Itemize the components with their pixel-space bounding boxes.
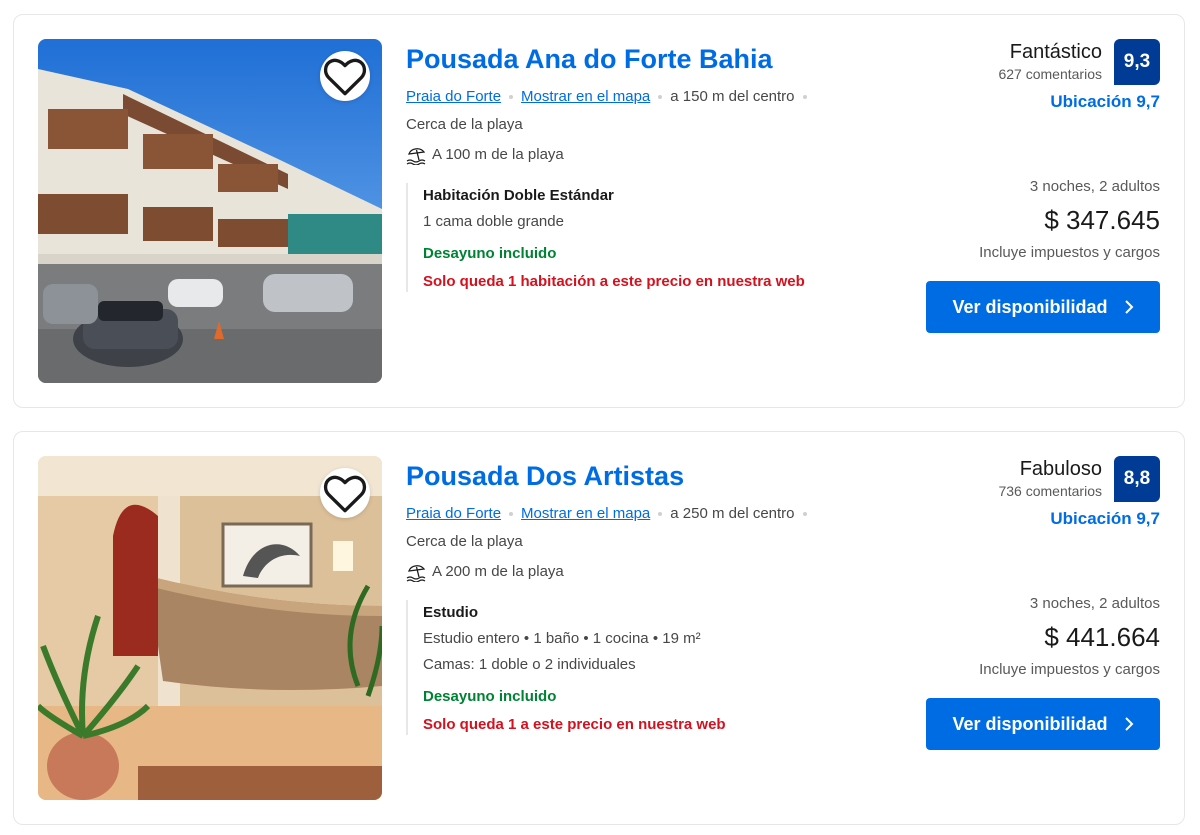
price: $ 441.664 [1044, 622, 1160, 652]
review-score-badge: 9,3 [1114, 39, 1160, 85]
beach-distance-text: A 200 m de la playa [432, 563, 564, 580]
property-info: Pousada Ana do Forte Bahia Praia do Fort… [406, 41, 906, 292]
beach-distance: A 200 m de la playa [406, 562, 906, 582]
price-column: Fabuloso 736 comentarios 8,8 Ubicación 9… [900, 456, 1160, 750]
beach-umbrella-icon [406, 565, 426, 582]
separator-dot [802, 95, 807, 99]
area-link[interactable]: Praia do Forte [406, 504, 501, 524]
separator-dot [802, 512, 807, 516]
separator-dot [658, 95, 663, 99]
review-count: 627 comentarios [998, 66, 1102, 82]
scarcity-message: Solo queda 1 a este precio en nuestra we… [423, 716, 726, 733]
rating-word: Fabuloso [1019, 458, 1102, 480]
room-block: Estudio Estudio entero • 1 baño • 1 coci… [406, 600, 906, 735]
location-score: Ubicación 9,7 [1050, 509, 1160, 528]
room-name: Estudio [423, 604, 478, 621]
property-photo[interactable] [38, 39, 382, 383]
property-card: Pousada Dos Artistas Praia do Forte Most… [13, 431, 1185, 825]
property-card: Pousada Ana do Forte Bahia Praia do Fort… [13, 14, 1185, 408]
button-label: Ver disponibilidad [952, 296, 1108, 317]
separator-dot [658, 512, 663, 516]
chevron-right-icon [1124, 300, 1133, 314]
separator-dot [509, 95, 514, 99]
price-column: Fantástico 627 comentarios 9,3 Ubicación… [900, 39, 1160, 333]
property-title[interactable]: Pousada Dos Artistas [406, 458, 684, 494]
heart-icon [323, 475, 367, 513]
review-count: 736 comentarios [998, 483, 1102, 499]
area-link[interactable]: Praia do Forte [406, 87, 501, 107]
location-score: Ubicación 9,7 [1050, 92, 1160, 111]
chevron-right-icon [1124, 717, 1133, 731]
breakfast-badge: Desayuno incluido [423, 245, 557, 262]
review-summary[interactable]: Fantástico 627 comentarios 9,3 [900, 39, 1160, 85]
heart-icon [323, 58, 367, 96]
near-beach-text: Cerca de la playa [406, 116, 523, 133]
distance-from-center: a 150 m del centro [670, 88, 795, 105]
room-block: Habitación Doble Estándar 1 cama doble g… [406, 183, 906, 292]
stay-summary: 3 noches, 2 adultos [1029, 178, 1160, 195]
beach-distance: A 100 m de la playa [406, 145, 906, 165]
map-link[interactable]: Mostrar en el mapa [521, 87, 650, 107]
property-info: Pousada Dos Artistas Praia do Forte Most… [406, 458, 906, 735]
separator-dot [509, 512, 514, 516]
room-details: Estudio entero • 1 baño • 1 cocina • 19 … [423, 630, 701, 647]
taxes-note: Incluye impuestos y cargos [979, 244, 1160, 261]
near-beach-text: Cerca de la playa [406, 533, 523, 550]
review-score-badge: 8,8 [1114, 456, 1160, 502]
taxes-note: Incluye impuestos y cargos [979, 661, 1160, 678]
rating-word: Fantástico [1009, 41, 1102, 63]
review-summary[interactable]: Fabuloso 736 comentarios 8,8 [900, 456, 1160, 502]
breakfast-badge: Desayuno incluido [423, 688, 557, 705]
rating-text: Fabuloso 736 comentarios [998, 456, 1102, 500]
room-details: 1 cama doble grande [423, 213, 564, 230]
price: $ 347.645 [1044, 205, 1160, 235]
property-photo[interactable] [38, 456, 382, 800]
beach-umbrella-icon [406, 148, 426, 165]
distance-from-center: a 250 m del centro [670, 505, 795, 522]
stay-summary: 3 noches, 2 adultos [1029, 595, 1160, 612]
scarcity-message: Solo queda 1 habitación a este precio en… [423, 273, 805, 290]
room-beds: Camas: 1 doble o 2 individuales [423, 656, 636, 673]
location-line: Praia do Forte Mostrar en el mapa a 250 … [406, 504, 906, 524]
location-line: Praia do Forte Mostrar en el mapa a 150 … [406, 87, 906, 107]
see-availability-button[interactable]: Ver disponibilidad [926, 281, 1160, 333]
see-availability-button[interactable]: Ver disponibilidad [926, 698, 1160, 750]
favorite-button[interactable] [320, 468, 370, 518]
favorite-button[interactable] [320, 51, 370, 101]
map-link[interactable]: Mostrar en el mapa [521, 504, 650, 524]
property-title[interactable]: Pousada Ana do Forte Bahia [406, 41, 773, 77]
rating-text: Fantástico 627 comentarios [998, 39, 1102, 83]
room-name: Habitación Doble Estándar [423, 187, 614, 204]
beach-distance-text: A 100 m de la playa [432, 146, 564, 163]
button-label: Ver disponibilidad [952, 713, 1108, 734]
